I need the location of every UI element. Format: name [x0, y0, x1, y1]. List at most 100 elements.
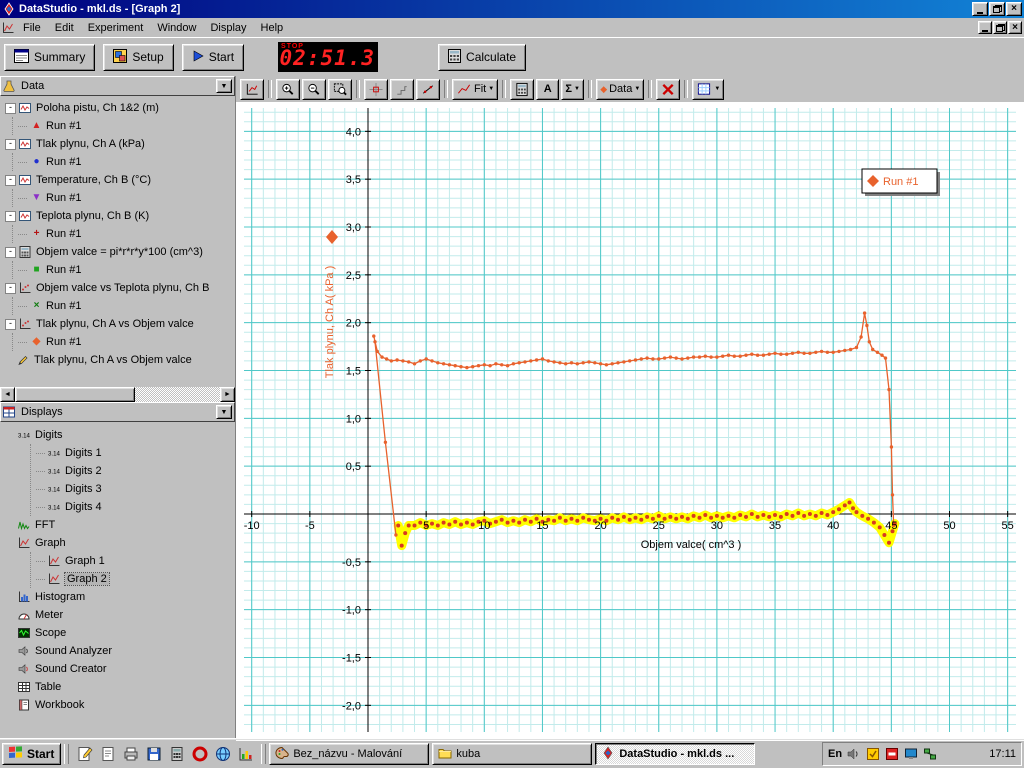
display-item-graph-2[interactable]: Graph 2 [31, 570, 235, 588]
scroll-right-button[interactable]: ► [220, 387, 235, 402]
displays-panel-dropdown-button[interactable]: ▼ [216, 405, 232, 419]
run-item[interactable]: ◆Run #1 [13, 333, 235, 351]
taskbar-handle[interactable] [261, 744, 266, 764]
run-item[interactable]: ●Run #1 [13, 153, 235, 171]
tree-expander-icon[interactable]: - [5, 247, 16, 258]
data-item-temperature-ch-b-c[interactable]: -Temperature, Ch B (°C) [0, 171, 235, 189]
menu-window[interactable]: Window [150, 20, 203, 36]
scale-to-fit-button[interactable] [240, 79, 264, 100]
tree-expander-icon[interactable]: - [5, 283, 16, 294]
statistics-dropdown-button[interactable]: Σ ▼ [561, 79, 584, 100]
tree-expander-icon[interactable]: - [5, 319, 16, 330]
data-tree-hscrollbar[interactable]: ◄ ► [0, 387, 235, 402]
data-item-objem-valce-vs-teplota-plynu-ch-b[interactable]: -Objem valce vs Teplota plynu, Ch B [0, 279, 235, 297]
language-indicator[interactable]: En [828, 748, 842, 760]
quicklaunch-document-icon[interactable] [97, 744, 118, 765]
display-tray-icon[interactable] [903, 747, 918, 762]
mdi-minimize-button[interactable] [978, 21, 992, 34]
graph-display-area[interactable]: 4,03,53,02,52,01,51,00,5-0,5-1,0-1,5-2,0… [236, 102, 1024, 739]
scheduler-tray-icon[interactable] [865, 747, 880, 762]
run-item[interactable]: ×Run #1 [13, 297, 235, 315]
setup-button[interactable]: Setup [103, 44, 173, 71]
mdi-close-button[interactable]: × [1008, 21, 1022, 34]
delta-tool-button[interactable] [390, 79, 414, 100]
display-item-sound-creator[interactable]: Sound Creator [0, 660, 235, 678]
data-item-poloha-pistu-ch-1-2-m[interactable]: -Poloha pistu, Ch 1&2 (m) [0, 99, 235, 117]
menu-experiment[interactable]: Experiment [81, 20, 151, 36]
quicklaunch-calculator-icon[interactable] [166, 744, 187, 765]
data-panel-dropdown-button[interactable]: ▼ [216, 79, 232, 93]
data-panel-header[interactable]: Data ▼ [0, 76, 235, 96]
display-item-digits-3[interactable]: 3.14Digits 3 [31, 480, 235, 498]
summary-button[interactable]: Summary [4, 44, 95, 71]
displays-panel-header[interactable]: Displays ▼ [0, 402, 235, 422]
graph-plot[interactable]: 4,03,53,02,52,01,51,00,5-0,5-1,0-1,5-2,0… [236, 102, 1024, 741]
display-item-graph[interactable]: Graph [0, 534, 235, 552]
antivirus-tray-icon[interactable] [884, 747, 899, 762]
menu-edit[interactable]: Edit [48, 20, 81, 36]
quicklaunch-printer-icon[interactable] [120, 744, 141, 765]
start-button[interactable]: Start [2, 743, 61, 765]
mdi-restore-button[interactable] [993, 21, 1007, 34]
display-item-fft[interactable]: FFT [0, 516, 235, 534]
tree-expander-icon[interactable]: - [5, 103, 16, 114]
scrollbar-thumb[interactable] [15, 387, 135, 402]
graph-settings-dropdown-button[interactable]: ▼ [692, 79, 724, 100]
minimize-button[interactable] [972, 2, 988, 16]
run-item[interactable]: +Run #1 [13, 225, 235, 243]
clock[interactable]: 17:11 [989, 748, 1016, 760]
tree-expander-icon[interactable]: - [5, 175, 16, 186]
fit-dropdown-button[interactable]: Fit ▼ [452, 79, 498, 100]
run-item[interactable]: ■Run #1 [13, 261, 235, 279]
restore-button[interactable] [989, 2, 1005, 16]
task-button-kuba[interactable]: kuba [432, 743, 592, 765]
y-tick-label: 1,5 [346, 366, 361, 378]
text-annotation-button[interactable]: A [536, 79, 559, 100]
quicklaunch-diskette-icon[interactable] [143, 744, 164, 765]
menu-file[interactable]: File [16, 20, 48, 36]
zoom-out-button[interactable] [302, 79, 326, 100]
display-item-digits[interactable]: 3.14Digits [0, 426, 235, 444]
zoom-in-button[interactable] [276, 79, 300, 100]
task-button-bez-n-zvu-malov-n[interactable]: Bez_názvu - Malování [269, 743, 429, 765]
task-button-datastudio-mkl-ds[interactable]: DataStudio - mkl.ds ... [595, 743, 755, 765]
calculator-button[interactable] [510, 79, 534, 100]
display-item-digits-4[interactable]: 3.14Digits 4 [31, 498, 235, 516]
display-item-sound-analyzer[interactable]: Sound Analyzer [0, 642, 235, 660]
display-item-scope[interactable]: Scope [0, 624, 235, 642]
menu-help[interactable]: Help [254, 20, 291, 36]
display-item-graph-1[interactable]: Graph 1 [31, 552, 235, 570]
scroll-left-button[interactable]: ◄ [0, 387, 15, 402]
data-item-objem-valce-pi-r-r-y-100-cm-3[interactable]: -Objem valce = pi*r*r*y*100 (cm^3) [0, 243, 235, 261]
run-item[interactable]: ▲Run #1 [13, 117, 235, 135]
run-item[interactable]: ▼Run #1 [13, 189, 235, 207]
quicklaunch-globe-icon[interactable] [212, 744, 233, 765]
display-item-digits-2[interactable]: 3.14Digits 2 [31, 462, 235, 480]
data-dropdown-button[interactable]: ◆ Data ▼ [596, 79, 644, 100]
menu-display[interactable]: Display [203, 20, 253, 36]
quicklaunch-red-o-icon[interactable] [189, 744, 210, 765]
data-item-tlak-plynu-ch-a-vs-objem-valce[interactable]: Tlak plynu, Ch A vs Objem valce [0, 351, 235, 369]
data-item-teplota-plynu-ch-b-k[interactable]: -Teplota plynu, Ch B (K) [0, 207, 235, 225]
calculate-button[interactable]: Calculate [438, 44, 526, 71]
taskbar-handle[interactable] [64, 744, 69, 764]
smart-tool-button[interactable] [364, 79, 388, 100]
data-item-tlak-plynu-ch-a-kpa[interactable]: -Tlak plynu, Ch A (kPa) [0, 135, 235, 153]
tree-expander-icon[interactable]: - [5, 139, 16, 150]
start-measure-button[interactable]: Start [182, 44, 244, 71]
display-item-histogram[interactable]: Histogram [0, 588, 235, 606]
close-button[interactable]: × [1006, 2, 1022, 16]
data-item-tlak-plynu-ch-a-vs-objem-valce[interactable]: -Tlak plynu, Ch A vs Objem valce [0, 315, 235, 333]
delete-data-button[interactable] [656, 79, 680, 100]
network-tray-icon[interactable] [922, 747, 937, 762]
volume-icon[interactable] [846, 747, 861, 762]
tree-expander-icon[interactable]: - [5, 211, 16, 222]
quicklaunch-edit-icon[interactable] [74, 744, 95, 765]
quicklaunch-chart-icon[interactable] [235, 744, 256, 765]
slope-tool-button[interactable] [416, 79, 440, 100]
display-item-table[interactable]: Table [0, 678, 235, 696]
zoom-select-button[interactable] [328, 79, 352, 100]
display-item-digits-1[interactable]: 3.14Digits 1 [31, 444, 235, 462]
display-item-workbook[interactable]: Workbook [0, 696, 235, 714]
display-item-meter[interactable]: Meter [0, 606, 235, 624]
